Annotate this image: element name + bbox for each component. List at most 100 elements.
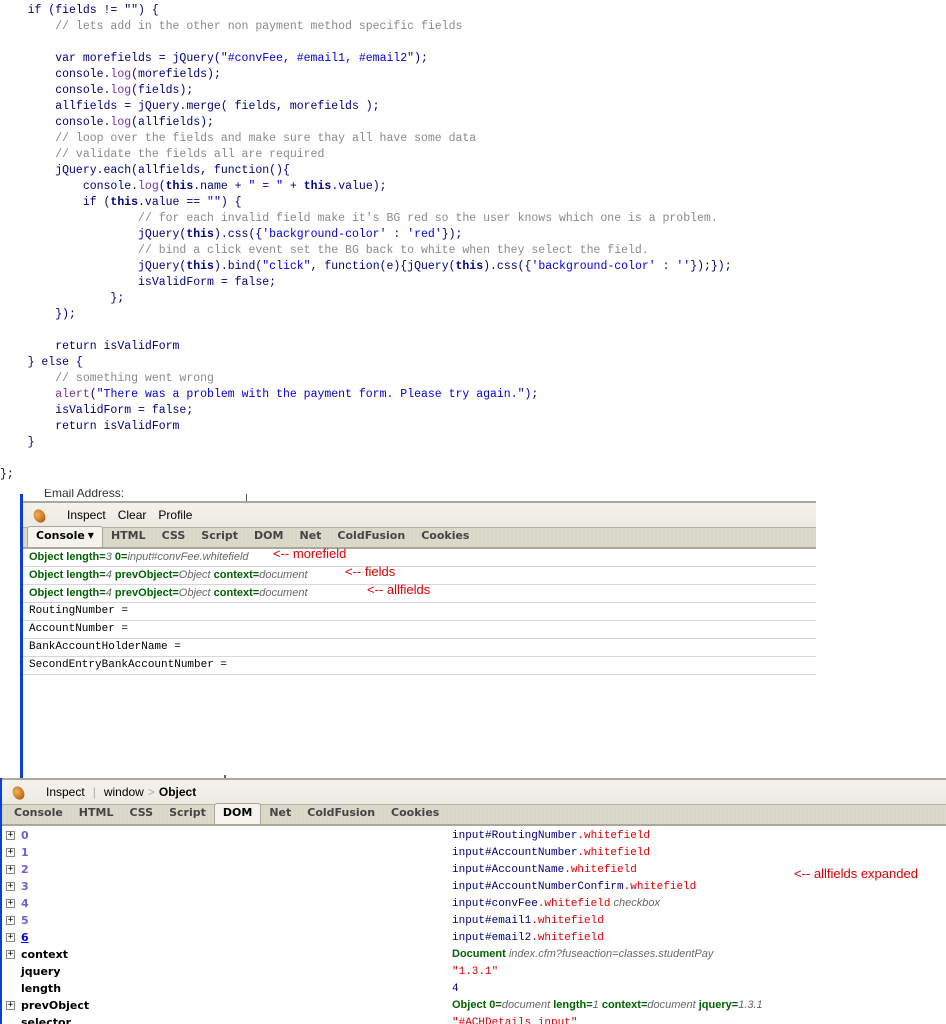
dom-row-length[interactable]: length 4 xyxy=(2,980,946,997)
tab-script[interactable]: Script xyxy=(193,527,246,547)
expand-plus-icon[interactable]: + xyxy=(6,882,15,891)
code-token: .value); xyxy=(331,180,387,193)
tab-script[interactable]: Script xyxy=(161,804,214,824)
tab-cookies[interactable]: Cookies xyxy=(383,804,447,824)
object-token: Object xyxy=(178,587,211,599)
code-line: return isValidForm xyxy=(0,419,946,435)
dom-value[interactable]: Document index.cfm?fuseaction=classes.st… xyxy=(452,946,713,963)
tab-html[interactable]: HTML xyxy=(103,527,154,547)
dom-value[interactable]: input#email2.whitefield xyxy=(452,929,604,947)
dom-value[interactable]: input#email1.whitefield xyxy=(452,912,604,930)
expand-plus-icon[interactable]: + xyxy=(6,899,15,908)
firebug-bug-icon[interactable] xyxy=(8,782,30,802)
dom-row-1[interactable]: +1 input#AccountNumber.whitefield xyxy=(2,844,946,861)
object-token: input#convFee.whitefield xyxy=(127,551,249,563)
profile-button[interactable]: Profile xyxy=(152,508,198,522)
tab-dom[interactable]: DOM xyxy=(213,803,262,824)
code-token: "#convFee, #email1, #email2" xyxy=(220,52,415,65)
annotation-arrow: <-- allfields xyxy=(367,582,431,597)
expand-plus-icon[interactable]: + xyxy=(6,831,15,840)
dom-row-6[interactable]: +6 input#email2.whitefield xyxy=(2,929,946,946)
dom-row-4[interactable]: +4 input#convFee.whitefield checkbox xyxy=(2,895,946,912)
dom-value[interactable]: Object 0=document length=1 context=docum… xyxy=(452,997,763,1014)
dom-row-5[interactable]: +5 input#email1.whitefield xyxy=(2,912,946,929)
tab-dom[interactable]: DOM xyxy=(246,527,291,547)
dom-key[interactable]: 6 xyxy=(21,929,29,946)
dom-value[interactable]: input#AccountNumber.whitefield xyxy=(452,844,650,862)
tab-console[interactable]: Console ▼ xyxy=(27,526,103,547)
dom-value[interactable]: input#convFee.whitefield checkbox xyxy=(452,895,660,913)
dom-value[interactable]: 4 xyxy=(452,980,459,998)
dom-row-0[interactable]: +0 input#RoutingNumber.whitefield xyxy=(2,827,946,844)
console-object-row[interactable]: Object length=3 0=input#convFee.whitefie… xyxy=(23,546,816,567)
code-token: ( xyxy=(158,180,166,193)
expand-plus-icon[interactable]: + xyxy=(6,933,15,942)
breadcrumb-object[interactable]: Object xyxy=(157,785,202,799)
code-token: ); xyxy=(414,52,428,65)
object-token: context= xyxy=(210,587,260,599)
dom-value[interactable]: "1.3.1" xyxy=(452,963,498,981)
code-token: (allfields); xyxy=(131,116,214,129)
dom-value[interactable]: "#ACHDetails input" xyxy=(452,1014,577,1024)
value-token: .whitefield xyxy=(577,830,651,842)
dom-value[interactable]: input#AccountName.whitefield xyxy=(452,861,637,879)
tab-css[interactable]: CSS xyxy=(121,804,161,824)
code-token: log xyxy=(110,68,132,81)
expand-plus-icon[interactable]: + xyxy=(6,865,15,874)
tab-coldfusion[interactable]: ColdFusion xyxy=(299,804,383,824)
console-object-row[interactable]: Object length=4 prevObject=Object contex… xyxy=(23,582,816,603)
dom-key: length xyxy=(21,982,62,995)
dom-row-selector[interactable]: selector "#ACHDetails input" xyxy=(2,1014,946,1024)
dom-value[interactable]: input#RoutingNumber.whitefield xyxy=(452,827,650,845)
expand-plus-icon[interactable]: + xyxy=(6,950,15,959)
console-log-line: SecondEntryBankAccountNumber = xyxy=(23,657,816,675)
dom-tab-bar: Console HTML CSS Script DOM Net ColdFusion Cook… xyxy=(2,803,946,826)
annotation-allfields-expanded: <-- allfields expanded xyxy=(794,866,918,881)
dom-key: 4 xyxy=(21,897,29,910)
dropdown-caret-icon[interactable]: ▼ xyxy=(88,531,94,540)
code-line: jQuery(this).css({'background-color' : '… xyxy=(0,227,946,243)
tab-net[interactable]: Net xyxy=(291,527,329,547)
code-token: if ( xyxy=(0,196,111,209)
code-token: (fields); xyxy=(131,84,194,97)
value-token: input#email2 xyxy=(452,932,532,944)
value-token: "#ACHDetails input" xyxy=(452,1017,578,1024)
dom-row-prevObject[interactable]: + prevObject Object 0=document length=1 co… xyxy=(2,997,946,1014)
tab-html[interactable]: HTML xyxy=(71,804,122,824)
code-token: }; xyxy=(0,468,14,481)
code-line: console.log(fields); xyxy=(0,83,946,99)
dom-key: prevObject xyxy=(21,999,90,1012)
value-token: jquery= xyxy=(695,999,739,1011)
object-token: Object length= xyxy=(29,569,106,581)
tab-cookies[interactable]: Cookies xyxy=(413,527,477,547)
tab-console[interactable]: Console xyxy=(6,804,71,824)
breadcrumb-window[interactable]: window xyxy=(98,785,146,799)
code-line: if (this.value == "") { xyxy=(0,195,946,211)
inspect-button[interactable]: Inspect xyxy=(40,785,91,799)
value-token: "1.3.1" xyxy=(452,966,499,978)
object-token: document xyxy=(259,569,308,581)
inspect-button[interactable]: Inspect xyxy=(61,508,112,522)
dom-key: 3 xyxy=(21,880,29,893)
code-token: .name + xyxy=(193,180,249,193)
expand-plus-icon[interactable]: + xyxy=(6,1001,15,1010)
code-line: }; xyxy=(0,291,946,307)
clear-button[interactable]: Clear xyxy=(112,508,153,522)
code-token: var morefields = jQuery( xyxy=(0,52,221,65)
console-tab-bar: Console ▼ HTML CSS Script DOM Net ColdFusion Coo… xyxy=(23,526,816,549)
expand-plus-icon[interactable]: + xyxy=(6,848,15,857)
dom-row-jquery[interactable]: jquery "1.3.1" xyxy=(2,963,946,980)
tab-css[interactable]: CSS xyxy=(154,527,194,547)
object-token: 0= xyxy=(111,551,128,563)
dom-row-context[interactable]: + context Document index.cfm?fuseaction=cl… xyxy=(2,946,946,963)
tab-coldfusion[interactable]: ColdFusion xyxy=(329,527,413,547)
dom-value[interactable]: input#AccountNumberConfirm.whitefield xyxy=(452,878,696,896)
expand-plus-icon[interactable]: + xyxy=(6,916,15,925)
value-token: .whitefield xyxy=(531,915,604,927)
dom-toolbar: Inspect | window > Object xyxy=(2,778,946,804)
tab-net[interactable]: Net xyxy=(261,804,299,824)
code-token: "" xyxy=(207,196,221,209)
value-token: .whitefield xyxy=(537,898,611,910)
firebug-bug-icon[interactable] xyxy=(29,505,51,525)
